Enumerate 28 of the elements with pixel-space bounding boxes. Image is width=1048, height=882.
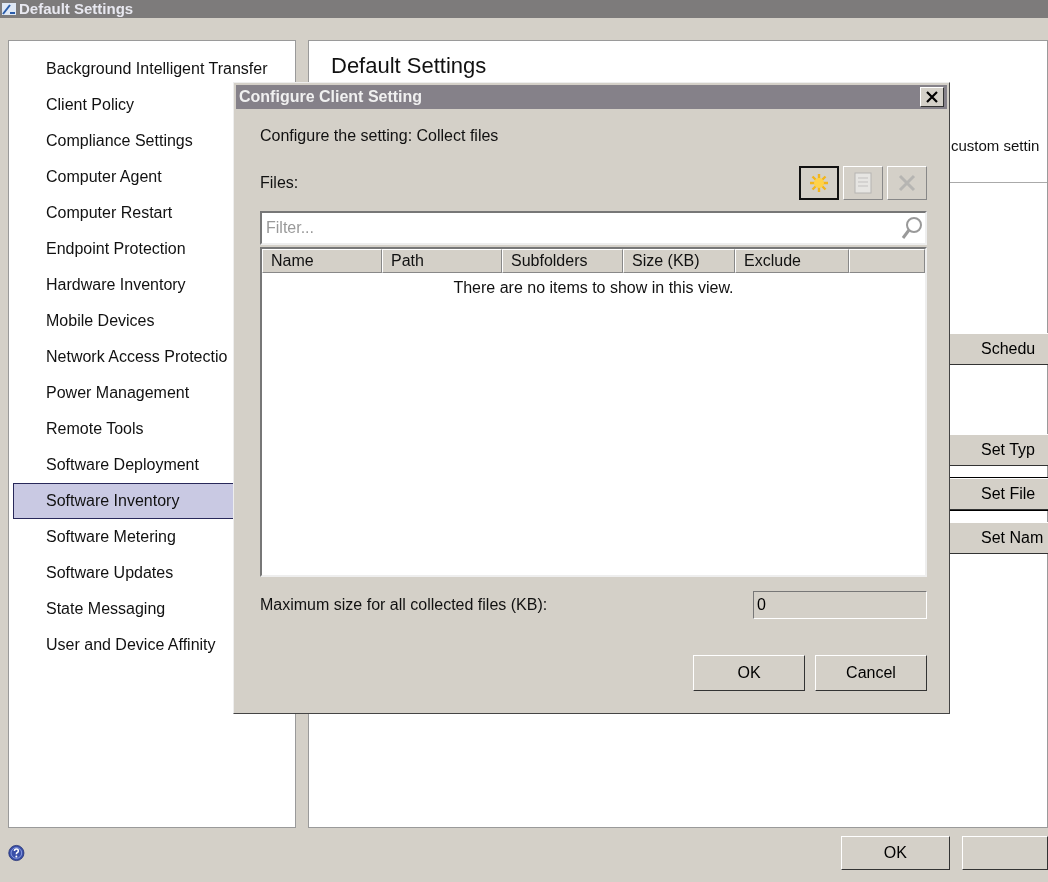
column-header[interactable]: Name bbox=[262, 249, 382, 273]
column-header[interactable]: Size (KB) bbox=[623, 249, 735, 273]
ok-button[interactable]: OK bbox=[693, 655, 805, 691]
dialog-button[interactable] bbox=[961, 836, 1048, 870]
dialog-title: Configure Client Setting bbox=[239, 88, 423, 106]
close-button[interactable] bbox=[920, 87, 944, 107]
panel-heading: Default Settings bbox=[331, 53, 488, 80]
column-header[interactable]: Path bbox=[382, 249, 502, 273]
star-icon bbox=[808, 172, 830, 194]
max-size-label: Maximum size for all collected files (KB): bbox=[260, 596, 548, 614]
search-icon bbox=[901, 216, 923, 240]
window-title: Default Settings bbox=[19, 0, 134, 18]
files-label: Files: bbox=[260, 174, 299, 192]
close-icon bbox=[925, 90, 939, 104]
column-header[interactable]: Exclude bbox=[735, 249, 849, 273]
sidebar-item[interactable]: Background Intelligent Transfer bbox=[13, 51, 291, 87]
new-button[interactable] bbox=[799, 166, 839, 200]
filter-field[interactable]: Filter... bbox=[260, 211, 927, 245]
description-text: custom settin bbox=[951, 137, 1041, 154]
help-icon[interactable] bbox=[8, 842, 25, 864]
cancel-button[interactable]: Cancel bbox=[815, 655, 927, 691]
app-icon bbox=[2, 2, 16, 16]
empty-message: There are no items to show in this view. bbox=[452, 279, 735, 297]
column-header[interactable]: Subfolders bbox=[502, 249, 623, 273]
document-icon bbox=[853, 172, 873, 194]
delete-icon bbox=[897, 173, 917, 193]
setting-label: Configure the setting: Collect files bbox=[260, 127, 500, 145]
ok-button[interactable]: OK bbox=[840, 836, 950, 870]
